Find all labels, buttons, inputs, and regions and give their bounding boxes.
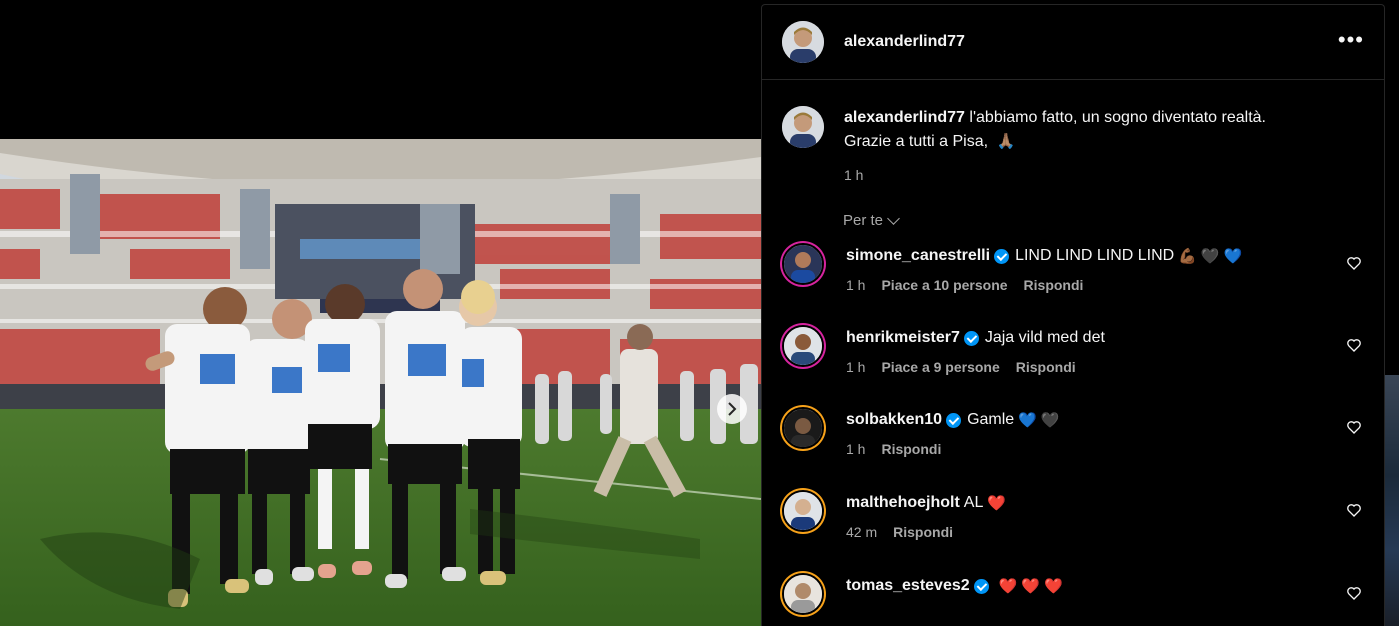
avatar-image (784, 245, 822, 283)
commenter-avatar[interactable] (782, 407, 824, 449)
post-photo[interactable] (0, 139, 761, 626)
comment-meta: 1 h Piace a 9 persone Rispondi (846, 359, 1092, 375)
comment-content: solbakken10 Gamle 💙 🖤 (846, 411, 1060, 430)
comment-time[interactable]: 1 h (846, 441, 865, 457)
verified-badge-icon (963, 330, 979, 346)
post-caption: alexanderlind77 l'abbiamo fatto, un sogn… (762, 81, 1384, 187)
comment-text: LIND LIND LIND LIND (1015, 247, 1175, 264)
comment-username[interactable]: tomas_esteves2 (846, 577, 970, 595)
author-avatar[interactable] (782, 21, 824, 63)
comment-item: malthehoejholt AL ❤️ 42 m Rispondi (782, 490, 1362, 550)
post-details-panel: alexanderlind77 ••• alexanderlind77 l'ab… (761, 4, 1385, 626)
comment-item: henrikmeister7 Jaja vild med det 1 h Pia… (782, 325, 1362, 385)
commenter-avatar[interactable] (782, 490, 824, 532)
avatar-image (784, 575, 822, 613)
author-username[interactable]: alexanderlind77 (844, 33, 965, 51)
comment-content: henrikmeister7 Jaja vild med det (846, 329, 1105, 347)
comment-content: simone_canestrelli LIND LIND LIND LIND 💪… (846, 247, 1243, 266)
flexed-biceps-emoji: 💪🏾 (1178, 248, 1197, 265)
caption-body: alexanderlind77 l'abbiamo fatto, un sogn… (844, 106, 1324, 187)
more-options-icon[interactable]: ••• (1338, 29, 1364, 51)
red-heart-emoji: ❤️ (1044, 578, 1063, 595)
like-heart-icon[interactable] (1346, 419, 1362, 435)
comment-content: tomas_esteves2 ❤️ ❤️ ❤️ (846, 577, 1063, 595)
like-heart-icon[interactable] (1346, 585, 1362, 601)
like-heart-icon[interactable] (1346, 255, 1362, 271)
comments-scroll-area[interactable]: alexanderlind77 l'abbiamo fatto, un sogn… (762, 81, 1384, 626)
comments-sort-dropdown[interactable]: Per te (843, 211, 900, 229)
comment-item: tomas_esteves2 ❤️ ❤️ ❤️ (782, 573, 1362, 626)
comment-likes[interactable]: Piace a 9 persone (881, 359, 999, 375)
comment-content: malthehoejholt AL ❤️ (846, 494, 1006, 512)
reply-button[interactable]: Rispondi (881, 441, 941, 457)
background-page-edge (1385, 375, 1399, 626)
black-heart-emoji: 🖤 (1200, 248, 1220, 266)
comment-text: Jaja vild med det (984, 329, 1105, 346)
next-image-button[interactable] (717, 394, 747, 424)
chevron-right-icon (728, 402, 737, 416)
red-heart-emoji: ❤️ (987, 495, 1007, 512)
blue-heart-emoji: 💙 (1223, 248, 1243, 265)
post-header: alexanderlind77 ••• (762, 5, 1384, 80)
comment-likes[interactable]: Piace a 10 persone (881, 277, 1007, 293)
caption-author-avatar[interactable] (782, 106, 824, 148)
comment-username[interactable]: henrikmeister7 (846, 329, 960, 347)
verified-badge-icon (973, 578, 989, 594)
comment-meta: 42 m Rispondi (846, 524, 969, 540)
red-heart-emoji: ❤️ (1021, 578, 1041, 595)
chevron-down-icon (887, 211, 900, 225)
comment-item: solbakken10 Gamle 💙 🖤 1 h Rispondi (782, 407, 1362, 467)
comment-meta: 1 h Piace a 10 persone Rispondi (846, 277, 1099, 293)
comments-sort-label: Per te (843, 212, 884, 229)
blue-heart-emoji: 💙 (1018, 412, 1037, 429)
reply-button[interactable]: Rispondi (1024, 277, 1084, 293)
comment-item: simone_canestrelli LIND LIND LIND LIND 💪… (782, 243, 1362, 303)
avatar-image (784, 409, 822, 447)
caption-text-line1: l'abbiamo fatto, un sogno diventato real… (969, 109, 1266, 126)
verified-badge-icon (994, 248, 1010, 264)
avatar-image (782, 106, 824, 148)
post-media-area (0, 0, 761, 626)
post-timestamp[interactable]: 1 h (844, 163, 1324, 187)
comment-username[interactable]: simone_canestrelli (846, 247, 990, 265)
comment-text: AL (963, 494, 984, 511)
like-heart-icon[interactable] (1346, 337, 1362, 353)
avatar-image (784, 492, 822, 530)
comment-username[interactable]: solbakken10 (846, 411, 942, 429)
black-heart-emoji: 🖤 (1040, 412, 1060, 430)
comment-username[interactable]: malthehoejholt (846, 494, 960, 512)
reply-button[interactable]: Rispondi (893, 524, 953, 540)
verified-badge-icon (946, 412, 962, 428)
comment-meta: 1 h Rispondi (846, 441, 957, 457)
commenter-avatar[interactable] (782, 243, 824, 285)
red-heart-emoji: ❤️ (998, 578, 1018, 595)
comment-time[interactable]: 42 m (846, 524, 877, 540)
praying-hands-emoji: 🙏🏽 (996, 133, 1016, 150)
avatar-image (782, 21, 824, 63)
caption-username[interactable]: alexanderlind77 (844, 109, 965, 126)
reply-button[interactable]: Rispondi (1016, 359, 1076, 375)
comment-time[interactable]: 1 h (846, 359, 865, 375)
avatar-image (784, 327, 822, 365)
caption-text-line2: Grazie a tutti a Pisa, (844, 133, 989, 150)
comment-time[interactable]: 1 h (846, 277, 865, 293)
stadium-celebration-image (0, 139, 761, 626)
commenter-avatar[interactable] (782, 325, 824, 367)
commenter-avatar[interactable] (782, 573, 824, 615)
like-heart-icon[interactable] (1346, 502, 1362, 518)
comment-text: Gamle (967, 411, 1015, 428)
